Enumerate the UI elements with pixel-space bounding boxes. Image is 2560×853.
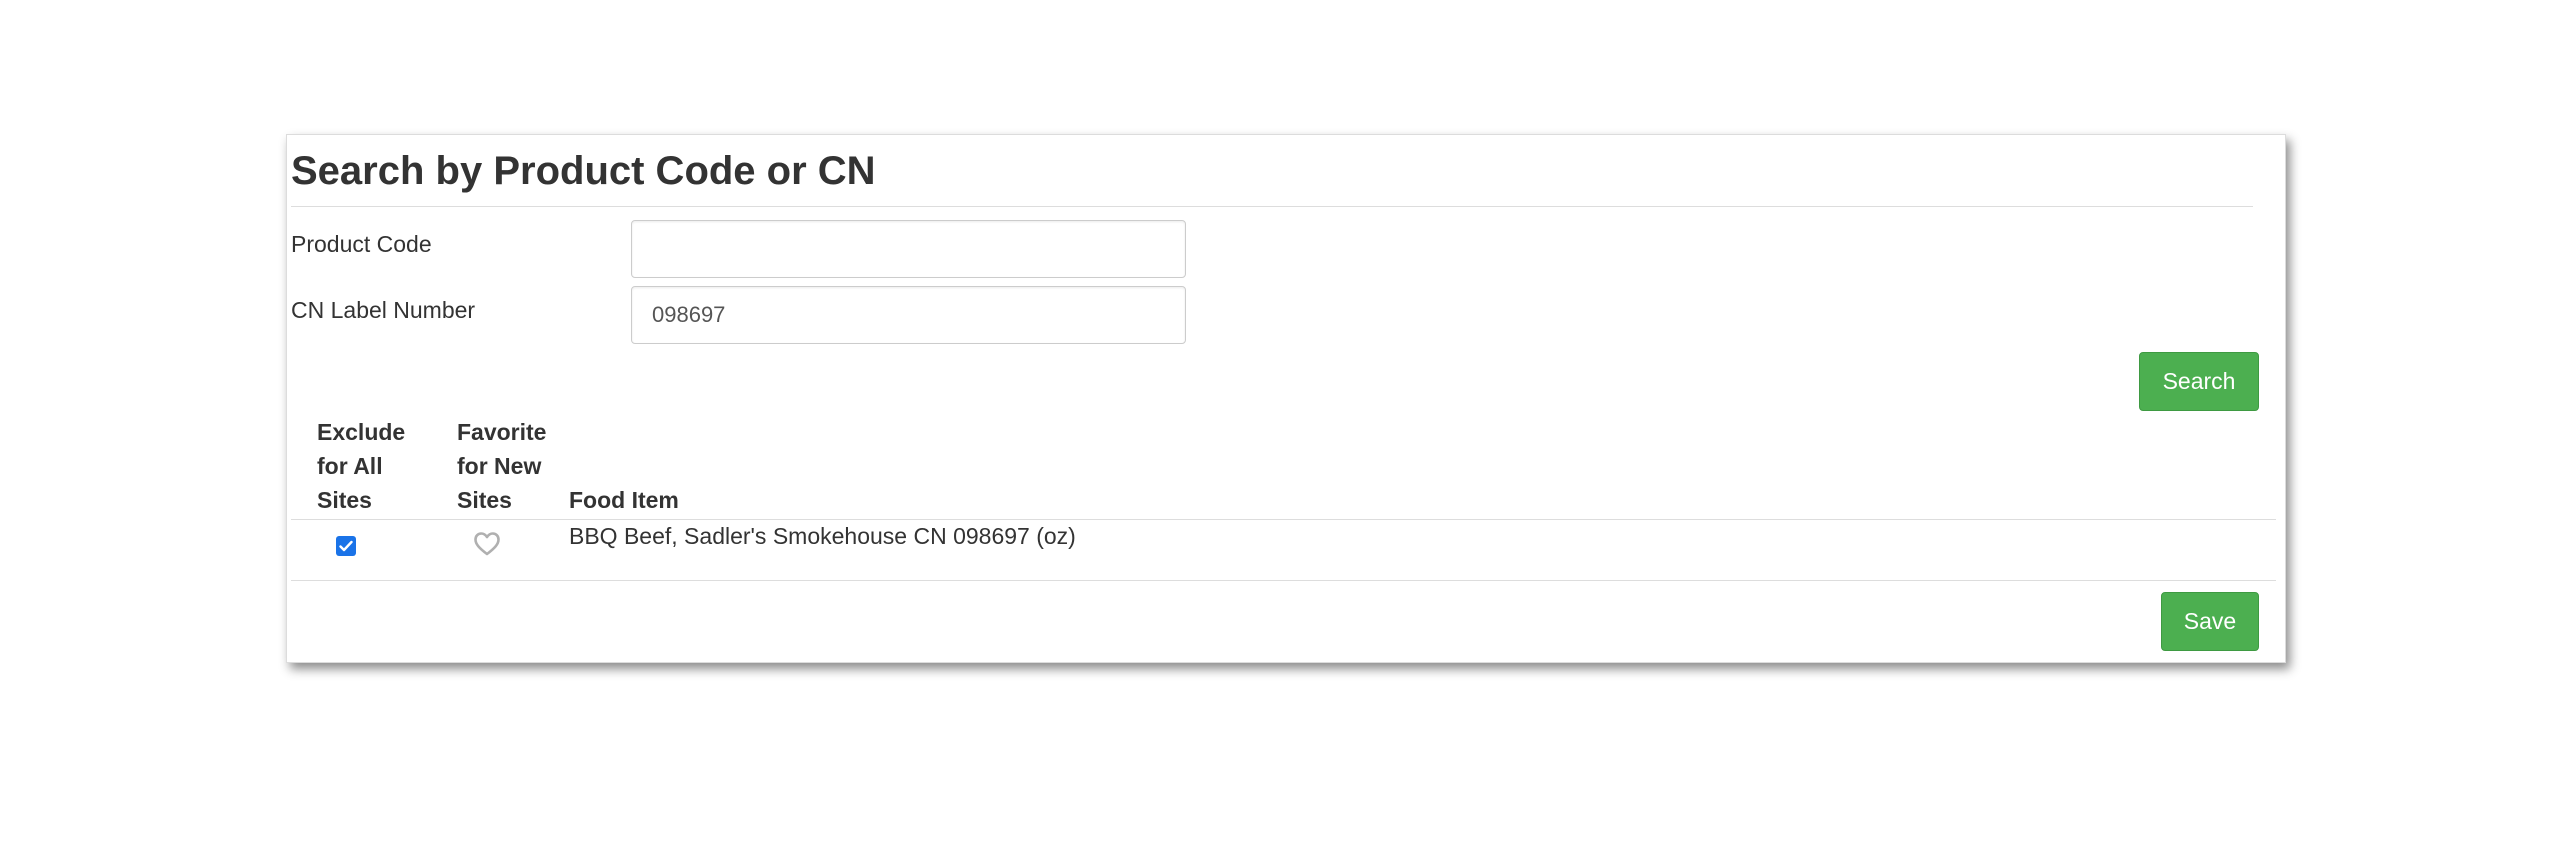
exclude-checkbox[interactable] — [336, 536, 356, 556]
column-header-exclude: Exclude for All Sites — [317, 415, 427, 517]
product-code-label: Product Code — [291, 231, 432, 257]
table-header-divider — [291, 519, 2276, 520]
heart-icon[interactable] — [473, 531, 501, 557]
product-code-input[interactable] — [631, 220, 1186, 278]
column-header-exclude-line-3: Sites — [317, 487, 372, 513]
checkmark-icon — [339, 540, 353, 552]
search-panel: Search by Product Code or CN Product Cod… — [286, 134, 2286, 663]
column-header-favorite: Favorite for New Sites — [457, 415, 567, 517]
page-title: Search by Product Code or CN — [291, 149, 876, 193]
column-header-favorite-line-3: Sites — [457, 487, 512, 513]
save-button[interactable]: Save — [2161, 592, 2259, 651]
column-header-food-item: Food Item — [569, 487, 679, 513]
search-button[interactable]: Search — [2139, 352, 2259, 411]
column-header-exclude-line-1: Exclude — [317, 419, 406, 445]
cn-label-number-label: CN Label Number — [291, 297, 476, 323]
column-header-favorite-line-2: for New — [457, 453, 542, 479]
column-header-exclude-line-2: for All — [317, 453, 383, 479]
title-divider — [291, 206, 2253, 207]
food-item-name: BBQ Beef, Sadler's Smokehouse CN 098697 … — [569, 523, 1076, 549]
table-bottom-divider — [291, 580, 2276, 581]
column-header-favorite-line-1: Favorite — [457, 419, 547, 445]
cn-label-number-input[interactable] — [631, 286, 1186, 344]
